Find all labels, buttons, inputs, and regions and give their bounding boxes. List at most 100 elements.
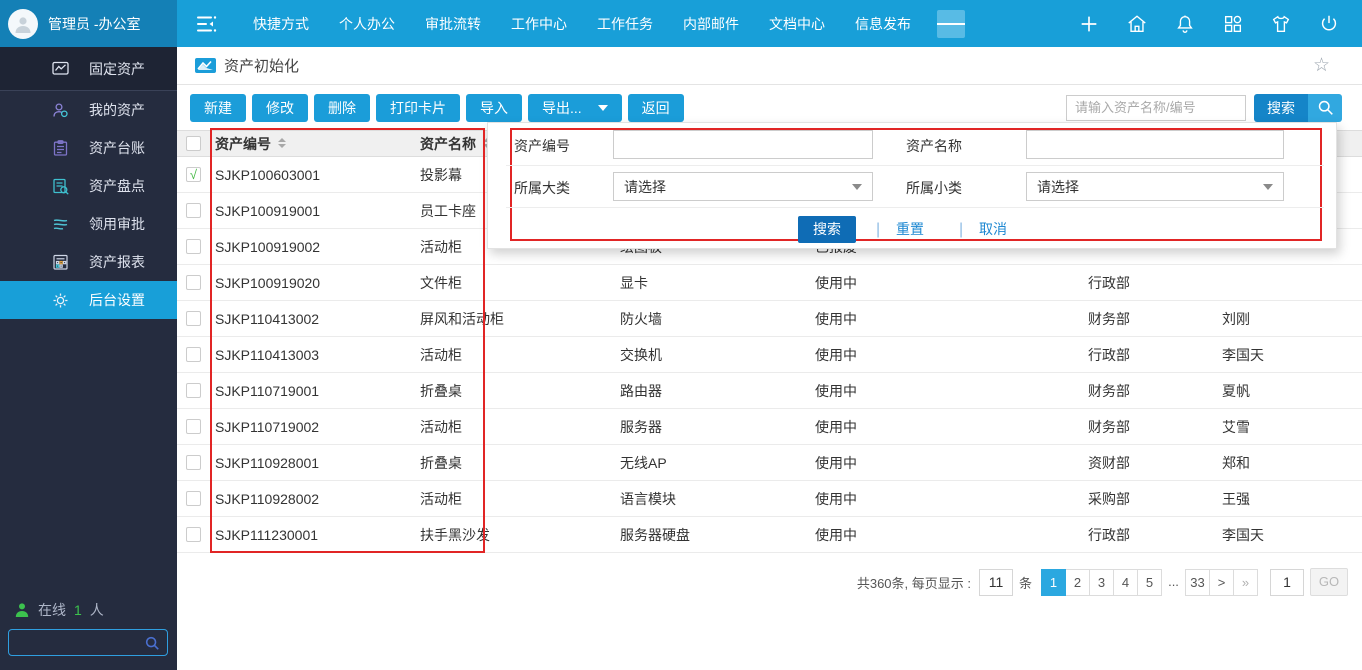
print-card-button[interactable]: 打印卡片 <box>376 94 460 122</box>
filter-reset-button[interactable]: 重置 <box>896 216 924 243</box>
filter-search-button[interactable]: 搜索 <box>798 216 856 243</box>
goto-page-input[interactable] <box>1270 569 1304 596</box>
sidebar-item-settings[interactable]: 后台设置 <box>0 281 177 319</box>
nav-item-快捷方式[interactable]: 快捷方式 <box>253 14 309 34</box>
nav-item-信息发布[interactable]: 信息发布 <box>855 14 911 34</box>
row-checkbox[interactable] <box>186 275 201 290</box>
user-name: 管理员 -办公室 <box>48 14 141 34</box>
page-button-3[interactable]: 3 <box>1089 569 1114 596</box>
page-size-input[interactable] <box>979 569 1013 596</box>
sidebar-search-input[interactable] <box>9 635 144 650</box>
sidebar-item-asset-ledger[interactable]: 资产台账 <box>0 129 177 167</box>
sidebar-search-icon[interactable] <box>144 635 160 651</box>
cell-col3: 无线AP <box>615 453 810 473</box>
row-checkbox[interactable] <box>186 239 201 254</box>
fixed-assets-icon <box>52 61 69 76</box>
pagination-total: 共360条, 每页显示 : <box>857 573 971 592</box>
hamburger-button[interactable] <box>937 10 965 38</box>
cell-code: SJKP100919002 <box>210 239 415 255</box>
header-name-label: 资产名称 <box>420 136 476 152</box>
asset-inventory-icon <box>52 178 69 195</box>
cell-name: 活动柜 <box>415 345 615 365</box>
cell-col4: 使用中 <box>810 273 1083 293</box>
edit-button[interactable]: 修改 <box>252 94 308 122</box>
plus-icon[interactable] <box>1078 13 1100 35</box>
sidebar-item-fixed-assets[interactable]: 固定资产 <box>0 47 177 91</box>
nav-item-个人办公[interactable]: 个人办公 <box>339 14 395 34</box>
sidebar-item-label: 我的资产 <box>89 100 145 120</box>
row-checkbox-cell <box>177 455 210 470</box>
import-button[interactable]: 导入 <box>466 94 522 122</box>
filter-popup: 资产编号 资产名称 所属大类 请选择 所属小类 请选择 搜索 | 重置 | 取消 <box>487 122 1337 249</box>
cell-col5: 财务部 <box>1083 381 1217 401</box>
page-button-1[interactable]: 1 <box>1041 569 1066 596</box>
row-checkbox[interactable] <box>186 455 201 470</box>
quick-search-label: 搜索 <box>1254 94 1308 122</box>
nav-item-审批流转[interactable]: 审批流转 <box>425 14 481 34</box>
menu-fold-icon[interactable] <box>195 13 219 35</box>
new-button[interactable]: 新建 <box>190 94 246 122</box>
online-label: 在线 <box>38 600 66 620</box>
cell-col5: 资财部 <box>1083 453 1217 473</box>
sidebar-item-asset-inventory[interactable]: 资产盘点 <box>0 167 177 205</box>
power-icon[interactable] <box>1318 13 1340 35</box>
filter-code-label: 资产编号 <box>514 136 570 156</box>
apps-icon[interactable] <box>1222 13 1244 35</box>
go-button[interactable]: GO <box>1310 568 1348 596</box>
cell-col5: 财务部 <box>1083 417 1217 437</box>
cell-col4: 使用中 <box>810 345 1083 365</box>
quick-search-button[interactable]: 搜索 <box>1254 94 1342 122</box>
page-button-4[interactable]: 4 <box>1113 569 1138 596</box>
user-area[interactable]: 管理员 -办公室 <box>0 0 177 47</box>
row-checkbox[interactable] <box>186 527 201 542</box>
cell-name: 活动柜 <box>415 489 615 509</box>
page-button->[interactable]: > <box>1209 569 1234 596</box>
row-checkbox-cell <box>177 311 210 326</box>
row-checkbox-cell <box>177 491 210 506</box>
page-title-icon <box>195 58 216 73</box>
filter-subcategory-select[interactable]: 请选择 <box>1026 172 1284 201</box>
nav-item-工作任务[interactable]: 工作任务 <box>597 14 653 34</box>
sidebar-item-my-assets[interactable]: 我的资产 <box>0 91 177 129</box>
row-checkbox[interactable] <box>186 347 201 362</box>
header-code[interactable]: 资产编号 <box>210 134 415 154</box>
filter-name-input[interactable] <box>1026 130 1284 159</box>
filter-code-input[interactable] <box>613 130 873 159</box>
sort-icon[interactable] <box>278 138 286 148</box>
table-row: SJKP110719002活动柜服务器使用中财务部艾雪 <box>177 409 1362 445</box>
filter-cancel-button[interactable]: 取消 <box>979 216 1007 243</box>
pagination: 共360条, 每页显示 : 条 12345...33>» GO <box>857 568 1348 596</box>
row-checkbox[interactable] <box>186 491 201 506</box>
sidebar-item-asset-report[interactable]: 资产报表 <box>0 243 177 281</box>
export-button[interactable]: 导出... <box>528 94 622 122</box>
divider <box>506 165 1324 166</box>
home-icon[interactable] <box>1126 13 1148 35</box>
bell-icon[interactable] <box>1174 13 1196 35</box>
nav-item-内部邮件[interactable]: 内部邮件 <box>683 14 739 34</box>
gear-icon <box>52 292 69 309</box>
nav-item-文档中心[interactable]: 文档中心 <box>769 14 825 34</box>
theme-icon[interactable] <box>1270 13 1292 35</box>
row-checkbox[interactable] <box>186 383 201 398</box>
delete-button[interactable]: 删除 <box>314 94 370 122</box>
cell-code: SJKP100919020 <box>210 275 415 291</box>
sidebar-item-approval[interactable]: 领用审批 <box>0 205 177 243</box>
back-button[interactable]: 返回 <box>628 94 684 122</box>
page-title: 资产初始化 <box>224 55 299 76</box>
row-checkbox[interactable] <box>186 203 201 218</box>
online-user-icon <box>14 602 30 618</box>
nav-item-工作中心[interactable]: 工作中心 <box>511 14 567 34</box>
page-button-5[interactable]: 5 <box>1137 569 1162 596</box>
row-checkbox[interactable]: √ <box>186 167 201 182</box>
row-checkbox[interactable] <box>186 311 201 326</box>
quick-search-input[interactable] <box>1066 95 1246 121</box>
page-button-2[interactable]: 2 <box>1065 569 1090 596</box>
select-all-checkbox[interactable] <box>186 136 201 151</box>
page-button-33[interactable]: 33 <box>1185 569 1210 596</box>
favorite-star-icon[interactable]: ☆ <box>1313 56 1330 75</box>
avatar[interactable] <box>8 9 38 39</box>
page-button-»[interactable]: » <box>1233 569 1258 596</box>
online-count: 1 <box>74 602 82 618</box>
filter-category-select[interactable]: 请选择 <box>613 172 873 201</box>
row-checkbox[interactable] <box>186 419 201 434</box>
